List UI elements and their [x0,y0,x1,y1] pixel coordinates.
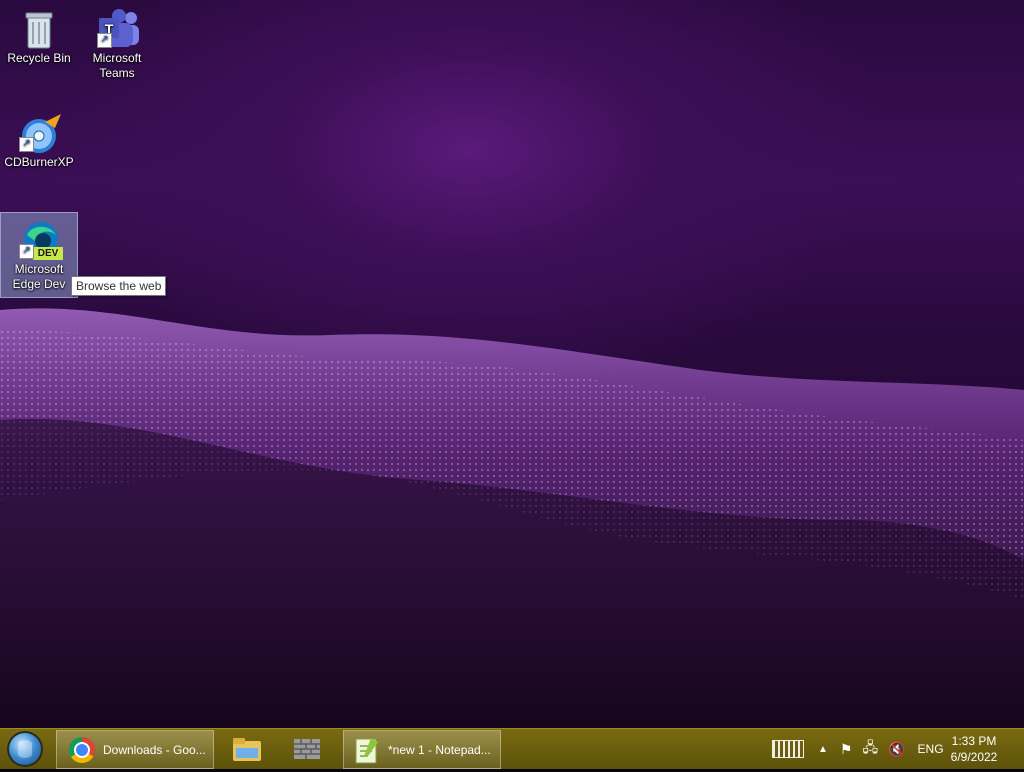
microsoft-edge-dev-desktop-icon[interactable]: DEV ↗ Microsoft Edge Dev [0,212,78,298]
shortcut-arrow-icon: ↗ [19,244,34,259]
file-explorer-icon [233,737,261,761]
clock-time: 1:33 PM [951,734,997,748]
microsoft-teams-desktop-icon[interactable]: T ↗ Microsoft Teams [79,2,155,81]
action-center-flag-icon[interactable]: ⚑ [840,741,853,758]
taskbar-button-chrome-label: Downloads - Goo... [103,742,206,757]
clock-date: 6/9/2022 [950,750,998,764]
shortcut-arrow-icon: ↗ [97,33,112,48]
recycle-bin-desktop-icon[interactable]: Recycle Bin [1,2,77,66]
cdburnerxp-icon: ↗ [19,112,61,153]
desktop-background[interactable]: Recycle Bin T ↗ Microsoft Teams ↗ CDBurn… [0,0,1024,728]
shortcut-arrow-icon: ↗ [19,137,34,152]
cdburnerxp-label: CDBurnerXP [4,155,74,169]
taskbar-button-notepad-plus-plus-label: *new 1 - Notepad... [388,742,491,757]
recycle-bin-label: Recycle Bin [7,51,71,65]
clock[interactable]: 1:33 PM 6/9/2022 [944,733,1004,765]
microsoft-edge-dev-icon: DEV ↗ [19,219,63,260]
start-button[interactable] [7,731,43,767]
taskbar-button-firewall[interactable] [286,730,328,767]
microsoft-teams-label: Microsoft Teams [92,51,142,80]
microsoft-edge-dev-label: Microsoft Edge Dev [12,262,66,291]
taskbar-button-chrome[interactable]: Downloads - Goo... [56,730,214,769]
volume-muted-icon[interactable]: 🔇 [888,741,905,758]
recycle-bin-icon [19,8,59,49]
windows-orb-icon [18,740,32,758]
edge-dev-tooltip: Browse the web [71,276,167,296]
taskbar-button-file-explorer[interactable] [226,730,268,767]
language-indicator[interactable]: ENG [918,742,944,756]
show-hidden-icons-icon[interactable]: ▲ [818,744,828,755]
microsoft-teams-icon: T ↗ [97,8,139,48]
firewall-icon [294,738,320,759]
touch-keyboard-icon[interactable] [772,740,804,758]
particle-wave-wallpaper [0,308,1024,728]
notepad-plus-plus-icon [355,737,378,763]
taskbar: Downloads - Goo... *new 1 - Notepad... ▲… [0,728,1024,769]
network-icon[interactable]: 🖧 [862,737,878,761]
taskbar-button-notepad-plus-plus[interactable]: *new 1 - Notepad... [343,730,501,769]
dev-badge: DEV [33,247,63,260]
chrome-icon [69,736,95,763]
notification-area: ▲ ⚑ 🖧 🔇 ENG [772,729,944,769]
cdburnerxp-desktop-icon[interactable]: ↗ CDBurnerXP [1,106,77,170]
